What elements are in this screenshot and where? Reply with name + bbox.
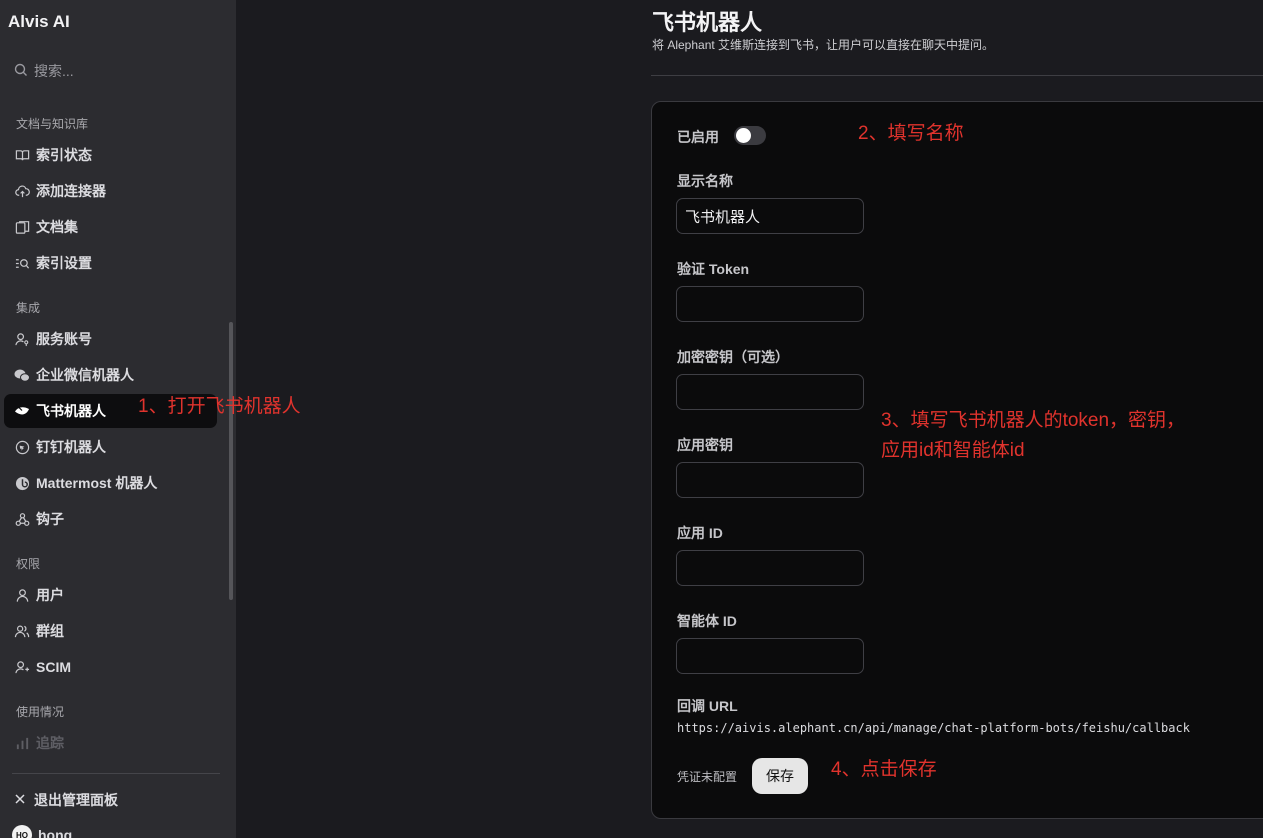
sidebar-item-index-status[interactable]: 索引状态 — [4, 138, 217, 172]
sidebar-item-groups[interactable]: 群组 — [4, 614, 217, 648]
search-icon — [14, 63, 28, 80]
sidebar-item-label: 添加连接器 — [36, 183, 106, 199]
header-divider — [651, 75, 1263, 76]
sidebar-item-label: 企业微信机器人 — [36, 367, 134, 383]
sidebar-item-tracing[interactable]: 追踪 — [4, 726, 217, 760]
sidebar-item-label: 追踪 — [36, 735, 64, 751]
app-secret-input[interactable] — [676, 462, 864, 498]
sidebar-item-label: SCIM — [36, 659, 71, 675]
section-integrations: 集成 — [16, 301, 41, 315]
exit-admin-button[interactable]: 退出管理面板 — [14, 790, 118, 810]
documents-icon — [14, 219, 30, 235]
sidebar-item-dingtalk-bot[interactable]: 钉钉机器人 — [4, 430, 217, 464]
user-sync-icon — [14, 659, 30, 675]
user-key-icon — [14, 331, 30, 347]
search-box[interactable]: 搜索... — [14, 61, 74, 81]
section-permissions: 权限 — [16, 557, 41, 571]
sidebar-item-index-settings[interactable]: 索引设置 — [4, 246, 217, 280]
sidebar-item-label: 飞书机器人 — [36, 403, 106, 419]
sidebar-item-scim[interactable]: SCIM — [4, 650, 217, 684]
annotation-step3-line1: 3、填写飞书机器人的token，密钥， — [881, 410, 1186, 431]
sidebar-item-label: 用户 — [36, 587, 64, 603]
avatar: HO — [12, 825, 32, 838]
sidebar-item-label: 文档集 — [36, 219, 78, 235]
sidebar-item-label: 群组 — [36, 623, 64, 639]
cloud-upload-icon — [14, 183, 30, 199]
callback-url-label: 回调 URL — [677, 698, 738, 714]
sidebar-divider — [12, 773, 220, 774]
search-placeholder: 搜索... — [34, 63, 74, 79]
users-icon — [14, 623, 30, 639]
page-subtitle: 将 Alephant 艾维斯连接到飞书，让用户可以直接在聊天中提问。 — [652, 38, 995, 52]
sidebar-item-document-sets[interactable]: 文档集 — [4, 210, 217, 244]
enabled-label: 已启用 — [677, 129, 719, 145]
app-id-input[interactable] — [676, 550, 864, 586]
credentials-status: 凭证未配置 — [677, 770, 738, 784]
user-icon — [14, 587, 30, 603]
user-menu[interactable]: HO hong — [12, 825, 72, 838]
save-button[interactable]: 保存 — [752, 758, 808, 794]
exit-admin-label: 退出管理面板 — [34, 792, 118, 808]
app-id-label: 应用 ID — [677, 525, 723, 541]
display-name-input[interactable] — [676, 198, 864, 234]
app-secret-label: 应用密钥 — [677, 437, 733, 453]
close-icon — [14, 792, 26, 808]
callback-url-value: https://aivis.alephant.cn/api/manage/cha… — [677, 721, 1190, 735]
sidebar-item-mattermost-bot[interactable]: Mattermost 机器人 — [4, 466, 217, 500]
page-title: 飞书机器人 — [652, 10, 763, 35]
sidebar-item-users[interactable]: 用户 — [4, 578, 217, 612]
annotation-step2: 2、填写名称 — [858, 123, 964, 144]
encrypt-key-label: 加密密钥（可选） — [677, 349, 789, 365]
annotation-step3-line2: 应用id和智能体id — [881, 440, 1025, 461]
sidebar-item-label: Mattermost 机器人 — [36, 475, 158, 491]
webhook-icon — [14, 511, 30, 527]
chart-icon — [14, 735, 30, 751]
sidebar-item-label: 服务账号 — [36, 331, 92, 347]
enabled-toggle[interactable] — [734, 126, 766, 145]
annotation-step4: 4、点击保存 — [831, 759, 937, 780]
sidebar-scrollbar[interactable] — [229, 322, 233, 600]
sidebar-item-label: 钩子 — [36, 511, 64, 527]
display-name-label: 显示名称 — [677, 173, 733, 189]
wechat-icon — [14, 367, 30, 383]
verify-token-input[interactable] — [676, 286, 864, 322]
sidebar-item-label: 索引状态 — [36, 147, 92, 163]
mattermost-icon — [14, 475, 30, 491]
user-name: hong — [38, 827, 73, 838]
toggle-knob — [736, 128, 751, 143]
section-usage: 使用情况 — [16, 705, 65, 719]
annotation-step1: 1、打开飞书机器人 — [138, 396, 301, 417]
app-title: Alvis AI — [8, 12, 70, 31]
index-settings-icon — [14, 255, 30, 271]
feishu-icon — [14, 403, 30, 419]
sidebar-item-webhooks[interactable]: 钩子 — [4, 502, 217, 536]
agent-id-input[interactable] — [676, 638, 864, 674]
dingtalk-icon — [14, 439, 30, 455]
encrypt-key-input[interactable] — [676, 374, 864, 410]
section-docs: 文档与知识库 — [16, 117, 89, 131]
book-icon — [14, 147, 30, 163]
sidebar-item-label: 索引设置 — [36, 255, 92, 271]
verify-token-label: 验证 Token — [677, 261, 750, 277]
sidebar-item-add-connector[interactable]: 添加连接器 — [4, 174, 217, 208]
sidebar-item-label: 钉钉机器人 — [36, 439, 106, 455]
agent-id-label: 智能体 ID — [677, 613, 737, 629]
sidebar-item-wecom-bot[interactable]: 企业微信机器人 — [4, 358, 217, 392]
sidebar-item-service-accounts[interactable]: 服务账号 — [4, 322, 217, 356]
